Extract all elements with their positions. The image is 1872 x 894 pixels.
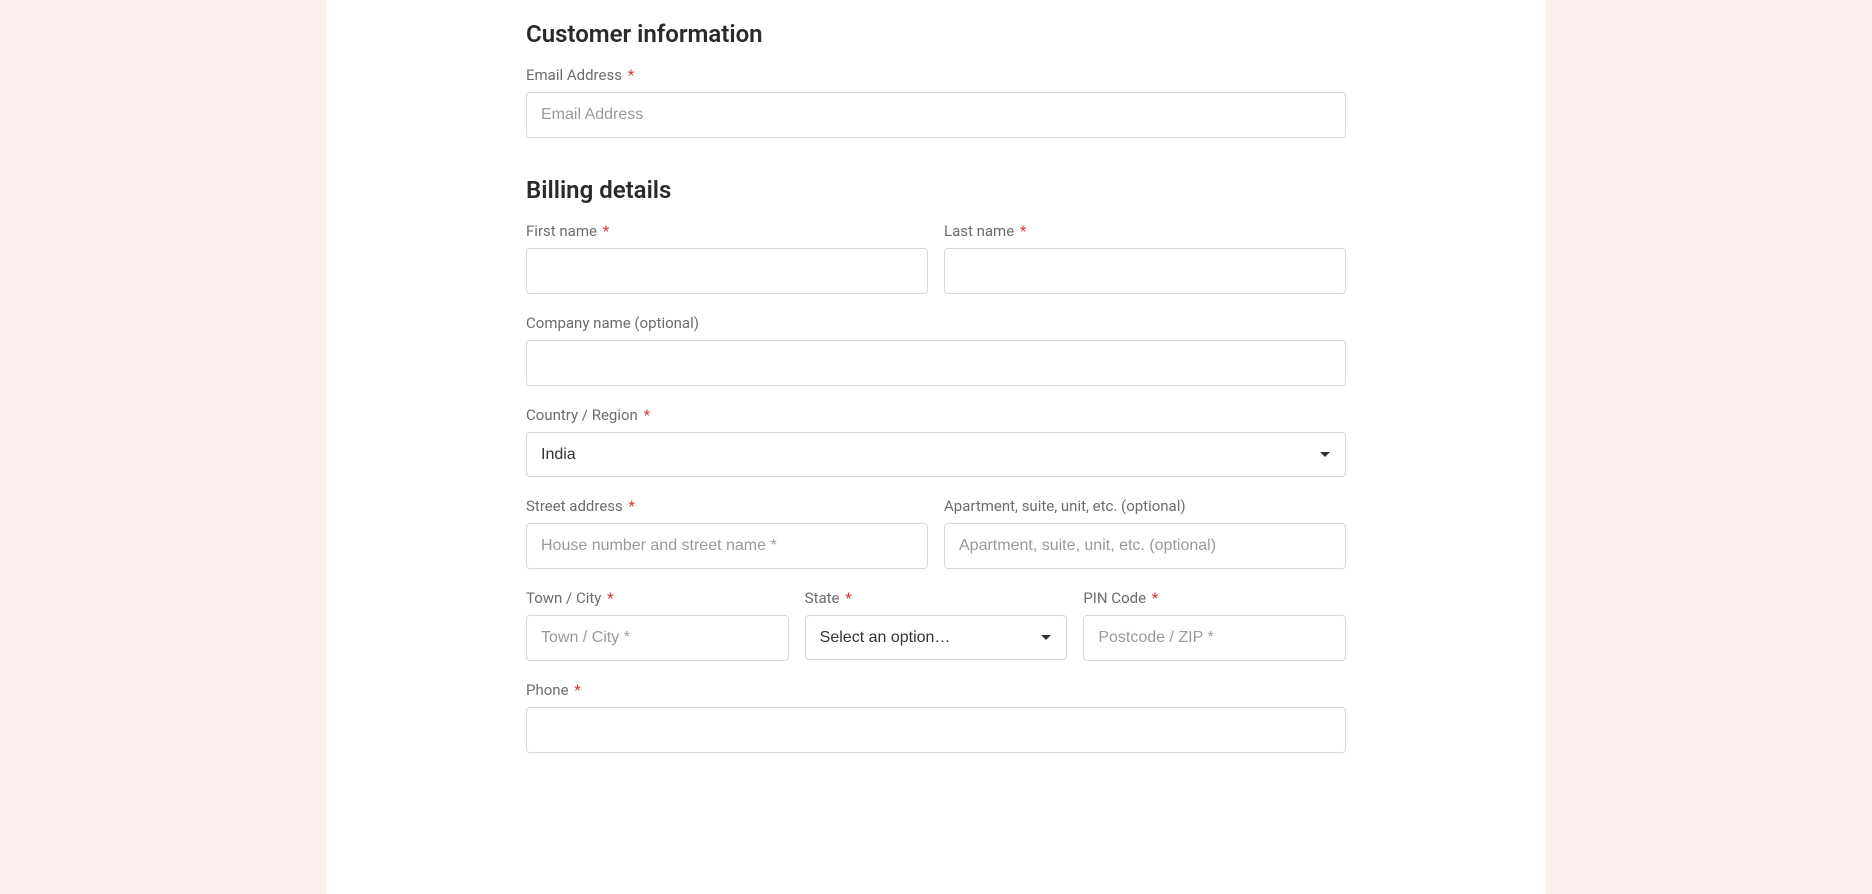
street-label: Street address *	[526, 497, 928, 515]
phone-input[interactable]	[526, 707, 1346, 753]
pin-label: PIN Code *	[1083, 589, 1346, 607]
state-field-wrapper: State * Select an option…	[805, 589, 1068, 661]
street-label-text: Street address	[526, 497, 623, 515]
required-mark: *	[628, 66, 634, 84]
email-field-wrapper: Email Address *	[526, 66, 1346, 138]
first-name-label: First name *	[526, 222, 928, 240]
billing-heading: Billing details	[526, 176, 1346, 204]
customer-info-section: Customer information Email Address *	[526, 20, 1346, 138]
state-select[interactable]: Select an option…	[805, 615, 1068, 660]
required-mark: *	[574, 681, 580, 699]
billing-details-section: Billing details First name * Last name *	[526, 176, 1346, 753]
city-label: Town / City *	[526, 589, 789, 607]
first-name-input[interactable]	[526, 248, 928, 294]
company-field-wrapper: Company name (optional)	[526, 314, 1346, 386]
city-input[interactable]	[526, 615, 789, 661]
required-mark: *	[1152, 589, 1158, 607]
company-label: Company name (optional)	[526, 314, 1346, 332]
last-name-label-text: Last name	[944, 222, 1014, 240]
country-select[interactable]: India	[526, 432, 1346, 477]
last-name-field-wrapper: Last name *	[944, 222, 1346, 294]
country-label-text: Country / Region	[526, 406, 638, 424]
apt-label: Apartment, suite, unit, etc. (optional)	[944, 497, 1346, 515]
phone-field-wrapper: Phone *	[526, 681, 1346, 753]
phone-label-text: Phone	[526, 681, 569, 699]
email-label-text: Email Address	[526, 66, 622, 84]
required-mark: *	[603, 222, 609, 240]
customer-info-heading: Customer information	[526, 20, 1346, 48]
country-label: Country / Region *	[526, 406, 1346, 424]
first-name-field-wrapper: First name *	[526, 222, 928, 294]
form-inner: Customer information Email Address * Bil…	[526, 20, 1346, 753]
first-name-label-text: First name	[526, 222, 597, 240]
required-mark: *	[1020, 222, 1026, 240]
apt-input[interactable]	[944, 523, 1346, 569]
email-input[interactable]	[526, 92, 1346, 138]
company-input[interactable]	[526, 340, 1346, 386]
apt-field-wrapper: Apartment, suite, unit, etc. (optional)	[944, 497, 1346, 569]
required-mark: *	[607, 589, 613, 607]
street-field-wrapper: Street address *	[526, 497, 928, 569]
state-label-text: State	[805, 589, 840, 607]
phone-label: Phone *	[526, 681, 1346, 699]
last-name-label: Last name *	[944, 222, 1346, 240]
city-field-wrapper: Town / City *	[526, 589, 789, 661]
street-input[interactable]	[526, 523, 928, 569]
required-mark: *	[644, 406, 650, 424]
state-label: State *	[805, 589, 1068, 607]
checkout-card: Customer information Email Address * Bil…	[326, 0, 1546, 894]
required-mark: *	[845, 589, 851, 607]
pin-input[interactable]	[1083, 615, 1346, 661]
last-name-input[interactable]	[944, 248, 1346, 294]
pin-label-text: PIN Code	[1083, 589, 1146, 607]
country-field-wrapper: Country / Region * India	[526, 406, 1346, 477]
required-mark: *	[629, 497, 635, 515]
pin-field-wrapper: PIN Code *	[1083, 589, 1346, 661]
email-label: Email Address *	[526, 66, 1346, 84]
city-label-text: Town / City	[526, 589, 601, 607]
